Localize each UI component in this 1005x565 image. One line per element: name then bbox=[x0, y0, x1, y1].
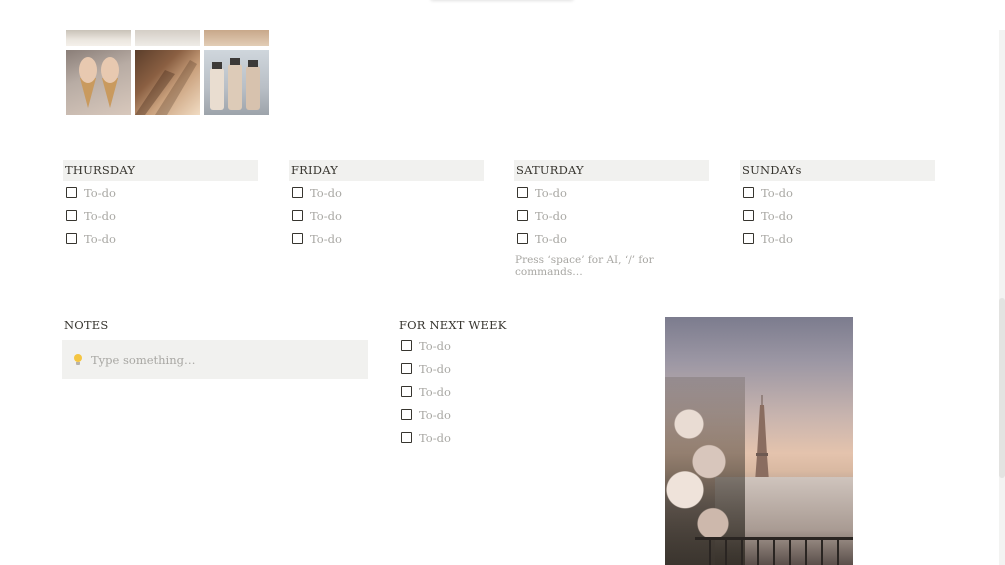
page-scrollbar[interactable] bbox=[999, 30, 1005, 565]
day-heading[interactable]: SATURDAY bbox=[514, 160, 709, 181]
todo-placeholder[interactable]: To-do bbox=[310, 209, 342, 223]
todo-placeholder[interactable]: To-do bbox=[84, 232, 116, 246]
lightbulb-icon[interactable] bbox=[74, 353, 82, 366]
callout-placeholder[interactable]: Type something… bbox=[91, 353, 196, 367]
todo-placeholder[interactable]: To-do bbox=[419, 362, 451, 376]
sunday-column: SUNDAYs To-do To-do To-do bbox=[740, 160, 935, 250]
checkbox[interactable] bbox=[517, 210, 528, 221]
todo-placeholder[interactable]: To-do bbox=[419, 339, 451, 353]
notes-section: NOTES Type something… bbox=[62, 318, 368, 379]
todo-item[interactable]: To-do bbox=[66, 181, 258, 204]
todo-placeholder[interactable]: To-do bbox=[761, 232, 793, 246]
todo-item[interactable]: To-do bbox=[66, 204, 258, 227]
checkbox[interactable] bbox=[743, 233, 754, 244]
scrollbar-thumb[interactable] bbox=[999, 298, 1005, 478]
todo-item[interactable]: To-do bbox=[292, 181, 484, 204]
todo-placeholder[interactable]: To-do bbox=[419, 431, 451, 445]
day-heading[interactable]: THURSDAY bbox=[63, 160, 258, 181]
todo-placeholder[interactable]: To-do bbox=[84, 186, 116, 200]
todo-item[interactable]: To-do bbox=[292, 227, 484, 250]
todo-placeholder[interactable]: To-do bbox=[310, 232, 342, 246]
todo-item[interactable]: To-do bbox=[66, 227, 258, 250]
paris-photo[interactable] bbox=[665, 317, 853, 565]
gallery-image-3[interactable] bbox=[204, 30, 269, 46]
todo-item[interactable]: To-do bbox=[401, 357, 599, 380]
notes-heading[interactable]: NOTES bbox=[64, 318, 368, 334]
gallery-image-shadows[interactable] bbox=[135, 50, 200, 115]
checkbox[interactable] bbox=[66, 210, 77, 221]
checkbox[interactable] bbox=[401, 340, 412, 351]
friday-column: FRIDAY To-do To-do To-do bbox=[289, 160, 484, 250]
checkbox[interactable] bbox=[517, 233, 528, 244]
todo-item[interactable]: To-do bbox=[401, 334, 599, 357]
todo-item[interactable]: To-do bbox=[517, 181, 709, 204]
notes-callout[interactable]: Type something… bbox=[62, 340, 368, 379]
gallery-image-ice-cream[interactable] bbox=[66, 50, 131, 115]
next-week-heading[interactable]: FOR NEXT WEEK bbox=[399, 318, 599, 334]
gallery-image-bottles[interactable] bbox=[204, 50, 269, 115]
todo-item[interactable]: To-do bbox=[743, 204, 935, 227]
checkbox[interactable] bbox=[66, 233, 77, 244]
checkbox[interactable] bbox=[292, 210, 303, 221]
day-heading[interactable]: FRIDAY bbox=[289, 160, 484, 181]
saturday-column: SATURDAY To-do To-do To-do Press ‘space’… bbox=[514, 160, 709, 278]
todo-item[interactable]: To-do bbox=[517, 227, 709, 250]
todo-placeholder[interactable]: To-do bbox=[419, 408, 451, 422]
next-week-section: FOR NEXT WEEK To-do To-do To-do To-do To… bbox=[399, 318, 599, 449]
todo-placeholder[interactable]: To-do bbox=[761, 186, 793, 200]
todo-placeholder[interactable]: To-do bbox=[535, 209, 567, 223]
todo-placeholder[interactable]: To-do bbox=[84, 209, 116, 223]
checkbox[interactable] bbox=[401, 409, 412, 420]
todo-item[interactable]: To-do bbox=[401, 403, 599, 426]
gallery-image-2[interactable] bbox=[135, 30, 200, 46]
todo-placeholder[interactable]: To-do bbox=[535, 232, 567, 246]
checkbox[interactable] bbox=[743, 187, 754, 198]
todo-item[interactable]: To-do bbox=[401, 426, 599, 449]
todo-placeholder[interactable]: To-do bbox=[310, 186, 342, 200]
gallery-image-1[interactable] bbox=[66, 30, 131, 46]
checkbox[interactable] bbox=[517, 187, 528, 198]
checkbox[interactable] bbox=[401, 386, 412, 397]
todo-placeholder[interactable]: To-do bbox=[535, 186, 567, 200]
todo-item[interactable]: To-do bbox=[401, 380, 599, 403]
checkbox[interactable] bbox=[292, 187, 303, 198]
checkbox[interactable] bbox=[743, 210, 754, 221]
todo-item[interactable]: To-do bbox=[517, 204, 709, 227]
checkbox[interactable] bbox=[401, 432, 412, 443]
todo-item[interactable]: To-do bbox=[743, 227, 935, 250]
empty-block-hint[interactable]: Press ‘space’ for AI, ‘/’ for commands… bbox=[515, 254, 709, 278]
checkbox[interactable] bbox=[292, 233, 303, 244]
todo-item[interactable]: To-do bbox=[743, 181, 935, 204]
todo-placeholder[interactable]: To-do bbox=[419, 385, 451, 399]
checkbox[interactable] bbox=[401, 363, 412, 374]
todo-placeholder[interactable]: To-do bbox=[761, 209, 793, 223]
thursday-column: THURSDAY To-do To-do To-do bbox=[63, 160, 258, 250]
checkbox[interactable] bbox=[66, 187, 77, 198]
balcony-rail-shape bbox=[695, 537, 853, 565]
todo-item[interactable]: To-do bbox=[292, 204, 484, 227]
day-heading[interactable]: SUNDAYs bbox=[740, 160, 935, 181]
